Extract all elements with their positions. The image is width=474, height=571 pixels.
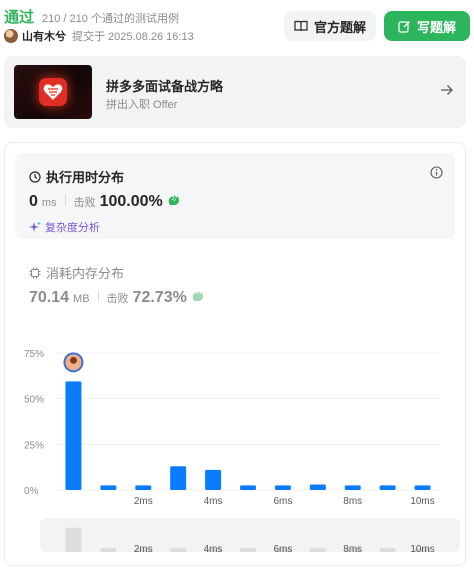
x-tick-label: 8ms: [343, 496, 362, 507]
runtime-distribution-chart: 75% 50% 25% 0% 2ms 4ms 6ms 8ms 10ms 2ms 4ms 6ms 8ms 1…: [24, 349, 440, 555]
bar[interactable]: [100, 485, 117, 490]
y-tick-label: 0%: [24, 486, 39, 497]
brush-tick-label: 8ms: [343, 544, 362, 555]
x-tick-label: 4ms: [204, 496, 223, 507]
brush-bar: [240, 548, 256, 552]
brush-bar: [100, 548, 117, 552]
brush-bar: [65, 527, 82, 552]
bar[interactable]: [274, 485, 291, 490]
bar[interactable]: [170, 466, 187, 490]
bar[interactable]: [205, 469, 222, 490]
bar[interactable]: [309, 484, 326, 490]
brush-tick-label: 10ms: [410, 544, 434, 555]
y-tick-label: 50%: [24, 395, 44, 406]
brush-tick-label: 4ms: [204, 544, 223, 555]
bar[interactable]: [379, 485, 396, 490]
y-tick-label: 75%: [24, 349, 44, 360]
x-tick-label: 6ms: [273, 496, 292, 507]
bar[interactable]: [65, 381, 82, 490]
brush-tick-label: 2ms: [134, 544, 153, 555]
user-avatar-face: [69, 356, 77, 364]
bar[interactable]: [240, 485, 256, 490]
brush-bar: [379, 548, 396, 552]
bar[interactable]: [135, 485, 152, 490]
brush-tick-label: 6ms: [273, 544, 292, 555]
x-tick-label: 10ms: [410, 496, 434, 507]
bar[interactable]: [414, 485, 431, 490]
x-tick-label: 2ms: [134, 496, 153, 507]
brush-bar: [170, 548, 187, 552]
bar[interactable]: [344, 485, 361, 490]
y-tick-label: 25%: [24, 440, 44, 451]
brush-bar: [309, 548, 326, 552]
